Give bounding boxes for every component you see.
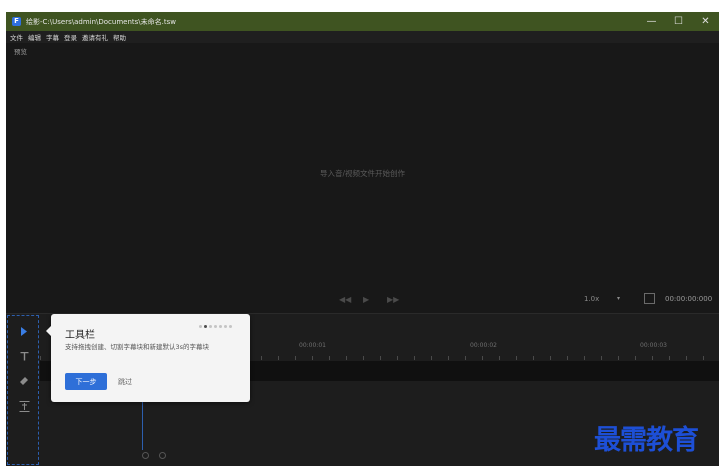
step-dot [209,325,212,328]
playback-speed[interactable]: 1.0x [584,295,599,303]
select-tool-icon[interactable] [17,324,31,338]
track-handle-icon[interactable] [142,452,149,459]
add-block-icon[interactable] [17,399,31,413]
tooltip-title: 工具栏 [65,330,95,341]
onboarding-tooltip: 工具栏 支持拖拽创建、切割字幕块和新建默认3s的字幕块 下一步 跳过 [46,314,250,402]
step-dot [219,325,222,328]
cut-tool-icon[interactable] [17,374,31,388]
preview-panel: 预览 导入音/视频文件开始创作 ◀◀ ▶ ▶▶ 1.0x ▾ 00:00:00:… [6,43,719,313]
app-logo-icon: F [12,17,21,26]
import-hint: 导入音/视频文件开始创作 [319,169,406,178]
menu-bar: 文件 编辑 字幕 登录 邀请有礼 帮助 [6,31,719,43]
step-indicator [199,325,234,328]
text-tool-icon[interactable] [17,349,31,363]
watermark-logo: 最需教育 [594,425,699,456]
close-button[interactable]: ✕ [692,12,719,31]
minimize-button[interactable]: — [638,12,665,31]
speed-dropdown-icon[interactable]: ▾ [617,295,620,302]
step-dot [199,325,202,328]
fullscreen-icon[interactable] [644,293,655,304]
menu-login[interactable]: 登录 [64,32,77,42]
preview-label: 预览 [14,48,27,56]
track-handle-icon[interactable] [159,452,166,459]
skip-forward-icon[interactable]: ▶▶ [387,295,399,304]
step-dot [214,325,217,328]
menu-subtitles[interactable]: 字幕 [46,32,59,42]
skip-button[interactable]: 跳过 [118,377,132,387]
toolbar [7,315,39,465]
menu-file[interactable]: 文件 [10,32,23,42]
play-icon[interactable]: ▶ [363,295,369,304]
step-dot [229,325,232,328]
menu-edit[interactable]: 编辑 [28,32,41,42]
maximize-button[interactable]: ☐ [665,12,692,31]
tooltip-description: 支持拖拽创建、切割字幕块和新建默认3s的字幕块 [65,343,210,351]
step-dot [204,325,207,328]
tick-label: 00:00:03 [640,342,667,349]
next-step-button[interactable]: 下一步 [65,373,107,390]
window-title: 绘影-C:\Users\admin\Documents\未命名.tsw [26,17,176,26]
skip-back-icon[interactable]: ◀◀ [339,295,351,304]
step-dot [224,325,227,328]
timecode: 00:00:00:000 [665,295,713,303]
menu-invite[interactable]: 邀请有礼 [82,32,108,42]
tick-label: 00:00:01 [299,342,326,349]
menu-help[interactable]: 帮助 [113,32,126,42]
playback-bar: ◀◀ ▶ ▶▶ 1.0x ▾ 00:00:00:000 [6,289,719,313]
title-bar: F 绘影-C:\Users\admin\Documents\未命名.tsw — … [6,12,719,31]
tick-label: 00:00:02 [470,342,497,349]
